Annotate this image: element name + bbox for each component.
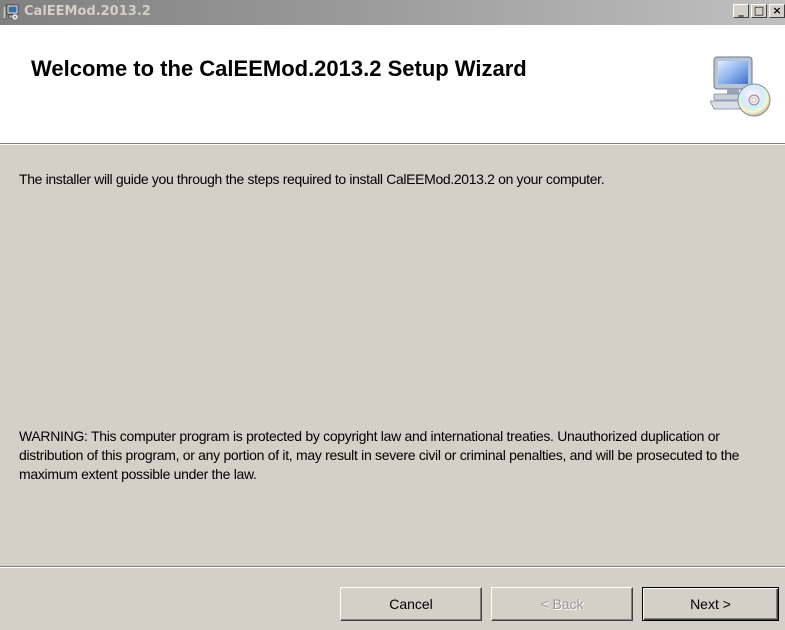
window-title: CalEEMod.2013.2 — [24, 4, 151, 19]
footer-separator-highlight — [0, 567, 785, 568]
maximize-button[interactable]: □ — [751, 4, 767, 18]
header-separator-highlight — [0, 144, 785, 145]
title-bar[interactable]: CalEEMod.2013.2 _ □ × — [0, 0, 785, 25]
page-title: Welcome to the CalEEMod.2013.2 Setup Wiz… — [31, 56, 527, 81]
close-button[interactable]: × — [769, 4, 785, 18]
computer-cd-setup-icon — [709, 55, 772, 119]
back-button[interactable]: < Back — [491, 587, 633, 621]
next-button[interactable]: Next > — [642, 587, 779, 621]
intro-text: The installer will guide you through the… — [19, 171, 605, 187]
wizard-header: Welcome to the CalEEMod.2013.2 Setup Wiz… — [0, 25, 785, 143]
maximize-icon: □ — [753, 4, 765, 17]
copyright-warning-text: WARNING: This computer program is protec… — [19, 428, 740, 482]
close-icon: × — [772, 4, 782, 17]
cancel-button[interactable]: Cancel — [340, 587, 482, 621]
installer-app-icon[interactable] — [2, 4, 20, 21]
minimize-icon: _ — [738, 4, 744, 17]
minimize-button[interactable]: _ — [733, 4, 749, 18]
